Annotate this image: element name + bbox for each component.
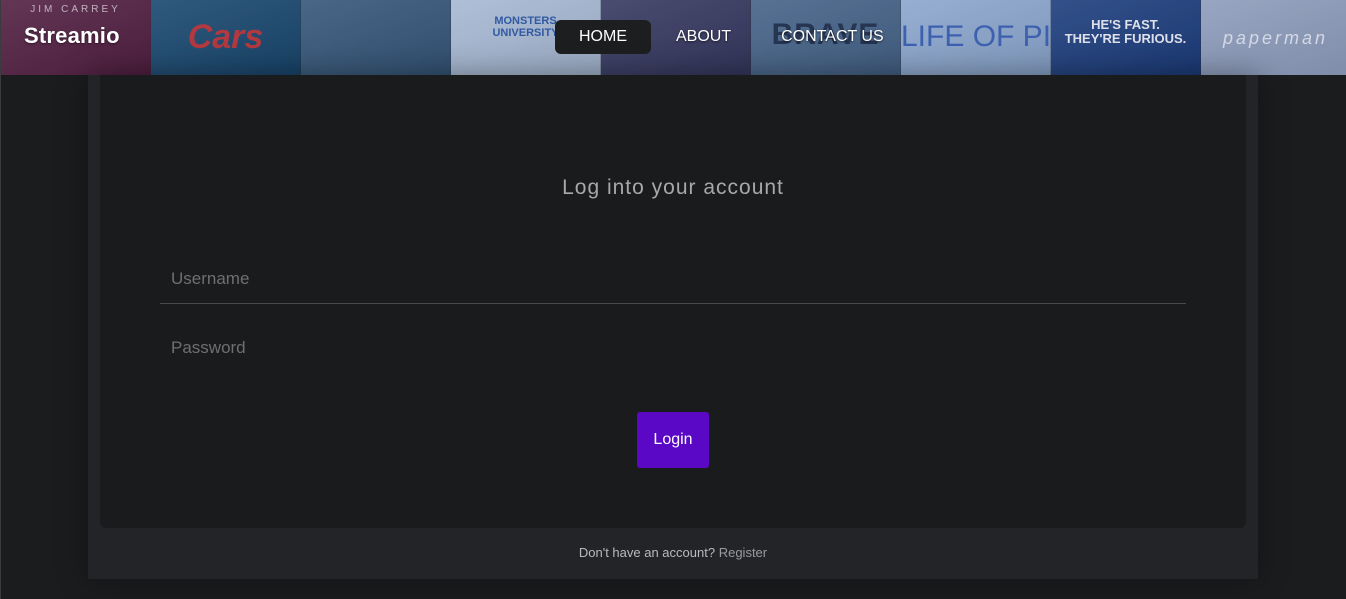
header: JIM CARREY Cars MONSTERS UNIVERSITY BRAVE LI…: [1, 0, 1346, 75]
poster-9: paperman: [1201, 0, 1346, 75]
form-title: Log into your account: [562, 176, 784, 199]
poster-title: Cars: [187, 18, 264, 56]
brand-logo[interactable]: Streamio: [24, 23, 120, 49]
nav-about[interactable]: ABOUT: [651, 20, 756, 54]
page: JIM CARREY Cars MONSTERS UNIVERSITY BRAVE LI…: [0, 0, 1346, 599]
nav-contact-us[interactable]: CONTACT US: [756, 20, 896, 54]
poster-title: JIM CARREY: [30, 4, 121, 15]
username-input[interactable]: [160, 254, 1186, 304]
poster-7: LIFE OF PI: [901, 0, 1051, 75]
poster-8: HE'S FAST. THEY'RE FURIOUS.: [1051, 0, 1201, 75]
register-prompt: Don't have an account? Register: [88, 545, 1258, 560]
main-nav: HOME ABOUT CONTACT US: [555, 20, 896, 54]
login-button[interactable]: Login: [637, 412, 709, 468]
poster-title: HE'S FAST. THEY'RE FURIOUS.: [1064, 17, 1187, 46]
poster-title: paperman: [1222, 28, 1329, 48]
register-prompt-text: Don't have an account?: [578, 545, 716, 560]
nav-home[interactable]: HOME: [555, 20, 651, 54]
poster-2: Cars: [151, 0, 301, 75]
register-link[interactable]: Register: [719, 545, 767, 560]
poster-3: [301, 0, 451, 75]
login-panel: Log into your account Login Don't have a…: [88, 75, 1258, 579]
login-form: Log into your account Login: [100, 75, 1246, 528]
password-input[interactable]: [160, 323, 1186, 373]
poster-title: LIFE OF PI: [901, 20, 1051, 53]
